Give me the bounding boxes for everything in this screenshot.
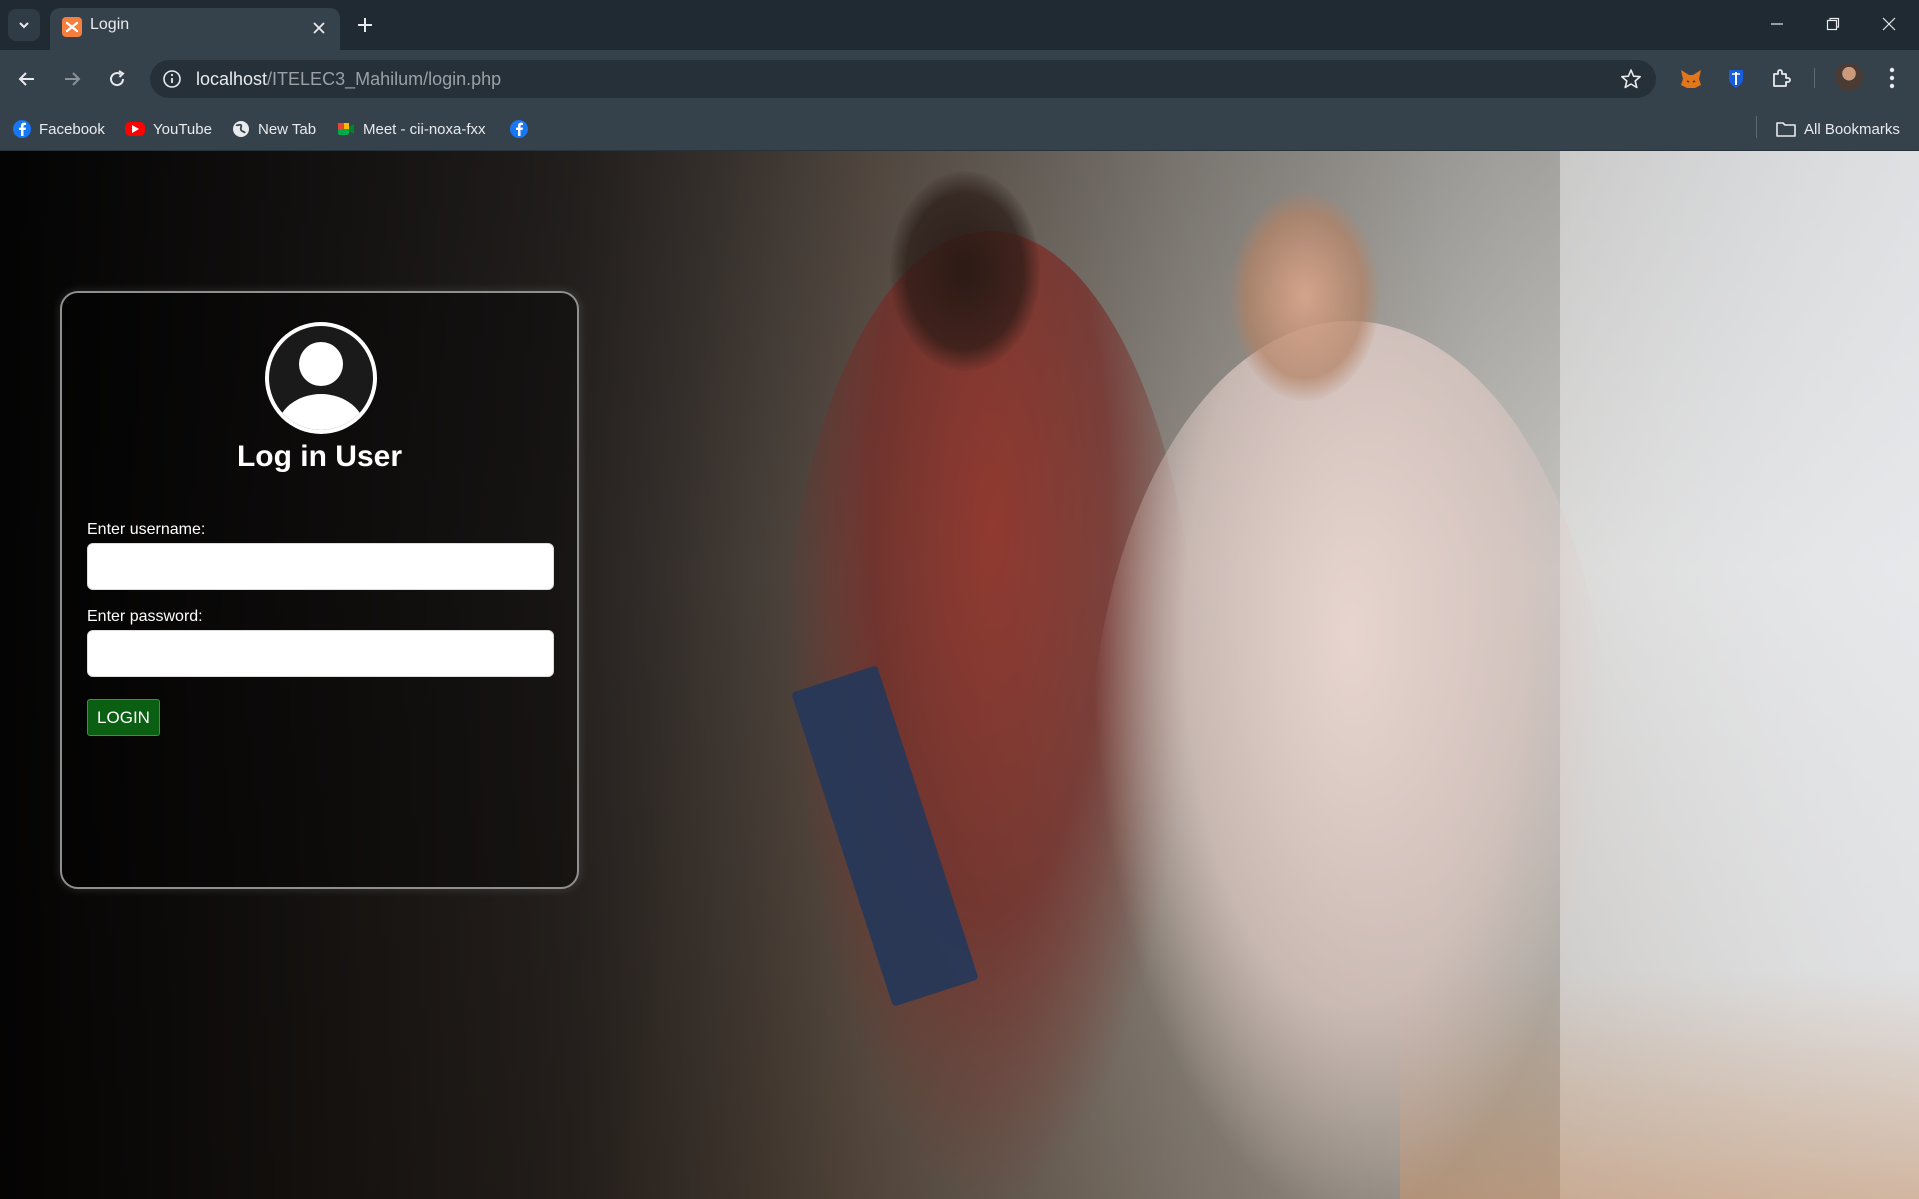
- facebook-icon: [13, 120, 31, 138]
- login-title: Log in User: [236, 440, 402, 473]
- background-person-head: [890, 171, 1040, 371]
- close-icon: [313, 22, 325, 34]
- puzzle-icon: [1773, 69, 1791, 87]
- username-input[interactable]: [87, 543, 554, 590]
- tab-login[interactable]: Login: [50, 8, 340, 50]
- metamask-extension-button[interactable]: [1678, 66, 1704, 92]
- tab-search-button[interactable]: [8, 9, 40, 41]
- login-page: Log in User Enter username: Enter passwo…: [0, 151, 1919, 1199]
- forward-button[interactable]: [56, 63, 88, 95]
- minimize-button[interactable]: [1749, 0, 1805, 48]
- globe-icon: [232, 120, 250, 138]
- arrow-left-icon: [18, 72, 34, 86]
- address-bar[interactable]: localhost/ITELEC3_Mahilum/login.php: [150, 60, 1656, 98]
- bookmark-new-tab[interactable]: New Tab: [232, 118, 316, 140]
- back-button[interactable]: [11, 63, 43, 95]
- chevron-down-icon: [19, 22, 29, 29]
- url-path: /ITELEC3_Mahilum/login.php: [267, 69, 502, 89]
- tab-strip: Login: [0, 0, 1919, 50]
- background-person-head: [1230, 191, 1380, 401]
- reload-button[interactable]: [101, 63, 133, 95]
- username-label: Enter username:: [87, 521, 206, 538]
- minimize-icon: [1771, 23, 1783, 25]
- url-host: localhost: [196, 69, 268, 89]
- bookmark-facebook[interactable]: Facebook: [13, 118, 105, 140]
- tab-title: Login: [90, 16, 130, 33]
- close-icon: [1882, 17, 1896, 31]
- fox-icon: [1681, 70, 1701, 88]
- folder-icon: [1776, 122, 1796, 137]
- login-button[interactable]: LOGIN: [87, 699, 160, 736]
- bookmark-label: Facebook: [39, 120, 105, 138]
- bookmarks-bar: Facebook YouTube New Tab Meet - cii-noxa…: [0, 108, 1919, 151]
- browser-toolbar: localhost/ITELEC3_Mahilum/login.php: [0, 50, 1919, 108]
- restore-icon: [1826, 17, 1840, 31]
- bookmark-meet[interactable]: Meet - cii-noxa-fxx: [337, 118, 486, 140]
- facebook-icon: [510, 120, 528, 138]
- toolbar-divider: [1814, 68, 1815, 88]
- plus-icon: [358, 18, 372, 32]
- restore-button[interactable]: [1805, 0, 1861, 48]
- bookmark-label: New Tab: [258, 120, 317, 138]
- bookmark-label: YouTube: [153, 120, 212, 138]
- reload-icon: [110, 70, 125, 87]
- bookmark-youtube[interactable]: YouTube: [125, 118, 212, 140]
- extensions-button[interactable]: [1768, 66, 1794, 92]
- close-window-button[interactable]: [1861, 0, 1917, 48]
- bitwarden-extension-button[interactable]: [1723, 66, 1749, 92]
- arrow-right-icon: [65, 72, 81, 86]
- login-card: Log in User Enter username: Enter passwo…: [60, 291, 579, 889]
- bookmark-facebook-2[interactable]: [510, 118, 528, 140]
- shield-icon: [1729, 70, 1743, 88]
- background-person-pink-blouse: [1090, 321, 1610, 1199]
- all-bookmarks-label: All Bookmarks: [1804, 120, 1900, 138]
- new-tab-button[interactable]: [352, 12, 378, 38]
- url-text[interactable]: localhost/ITELEC3_Mahilum/login.php: [196, 69, 501, 89]
- browser-menu-button[interactable]: [1880, 64, 1904, 92]
- xampp-icon: [62, 17, 82, 37]
- star-icon[interactable]: [1620, 68, 1642, 90]
- all-bookmarks-button[interactable]: All Bookmarks: [1776, 118, 1900, 140]
- more-vert-icon: [1889, 67, 1895, 89]
- bookmark-label: Meet - cii-noxa-fxx: [363, 120, 486, 138]
- tab-close-button[interactable]: [308, 17, 330, 39]
- profile-avatar[interactable]: [1835, 63, 1863, 91]
- site-info-icon[interactable]: [162, 69, 182, 89]
- user-circle-icon: [265, 322, 377, 434]
- bookmarks-divider: [1756, 116, 1757, 138]
- youtube-icon: [125, 122, 145, 136]
- password-label: Enter password:: [87, 608, 203, 625]
- google-meet-icon: [337, 120, 355, 138]
- password-input[interactable]: [87, 630, 554, 677]
